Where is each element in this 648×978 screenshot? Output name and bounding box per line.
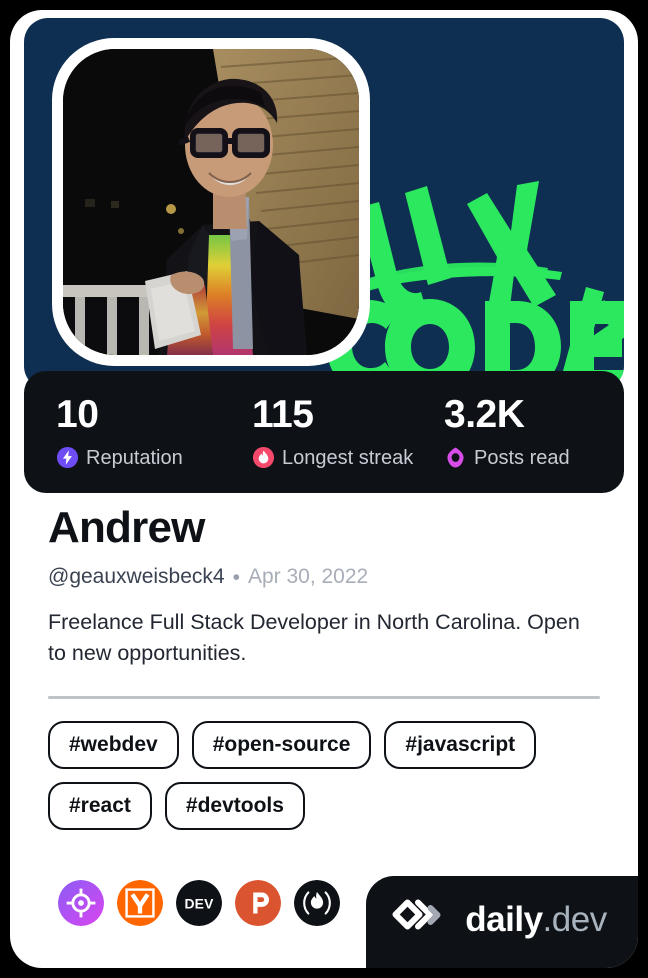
stat-longest-streak: 115 Longest streak	[230, 395, 426, 469]
page-title: Andrew	[48, 503, 205, 552]
stat-posts-read: 3.2K Posts read	[426, 395, 618, 469]
posts-read-eye-icon	[447, 447, 464, 468]
stat-label: Reputation	[86, 446, 183, 469]
stat-value: 115	[252, 393, 314, 436]
bio-text: Freelance Full Stack Developer in North …	[48, 610, 580, 666]
separator-dot: •	[232, 565, 240, 589]
codewars-flame-icon[interactable]	[294, 880, 340, 926]
joined-date: Apr 30, 2022	[247, 565, 369, 589]
tag-item[interactable]: #javascript	[384, 720, 537, 769]
stat-value: 3.2K	[444, 393, 525, 436]
daily-dev-badge: daily.dev	[366, 876, 638, 968]
cover-image	[24, 18, 624, 390]
stat-reputation: 10 Reputation	[30, 395, 230, 469]
dev-card: 10 Reputation 115 Longest streak 3.2K Po…	[10, 10, 638, 968]
tag-item[interactable]: #react	[48, 781, 152, 830]
streak-flame-icon	[252, 446, 275, 469]
dev-to-icon[interactable]: DEV	[176, 880, 222, 926]
reputation-bolt-icon	[56, 446, 79, 469]
stat-label: Posts read	[474, 446, 570, 469]
avatar	[63, 49, 359, 355]
profile-body: Andrew @geauxweisbeck4 • Apr 30, 2022 Fr…	[10, 503, 638, 830]
daily-dev-logo-icon	[392, 899, 441, 930]
product-hunt-icon[interactable]	[235, 880, 281, 926]
stat-value: 10	[56, 393, 99, 436]
brand-tld: .dev	[542, 899, 608, 939]
svg-text:DEV: DEV	[184, 895, 214, 911]
stat-label: Longest streak	[282, 446, 414, 469]
divider	[48, 695, 600, 699]
tag-item[interactable]: #devtools	[164, 781, 305, 830]
avatar-frame	[52, 38, 370, 366]
brand-name: daily	[465, 899, 543, 939]
tag-list: #webdev #open-source #javascript #react …	[48, 720, 600, 830]
handle-row: @geauxweisbeck4 • Apr 30, 2022	[48, 565, 638, 589]
social-links: DEV	[58, 880, 340, 926]
brand-text: daily.dev	[465, 899, 608, 939]
stats-bar: 10 Reputation 115 Longest streak 3.2K Po…	[24, 371, 624, 493]
user-handle: @geauxweisbeck4	[48, 565, 225, 589]
roadmap-target-icon[interactable]	[58, 880, 104, 926]
hackernews-icon[interactable]	[117, 880, 163, 926]
tag-item[interactable]: #webdev	[48, 720, 179, 769]
tag-item[interactable]: #open-source	[191, 720, 372, 769]
